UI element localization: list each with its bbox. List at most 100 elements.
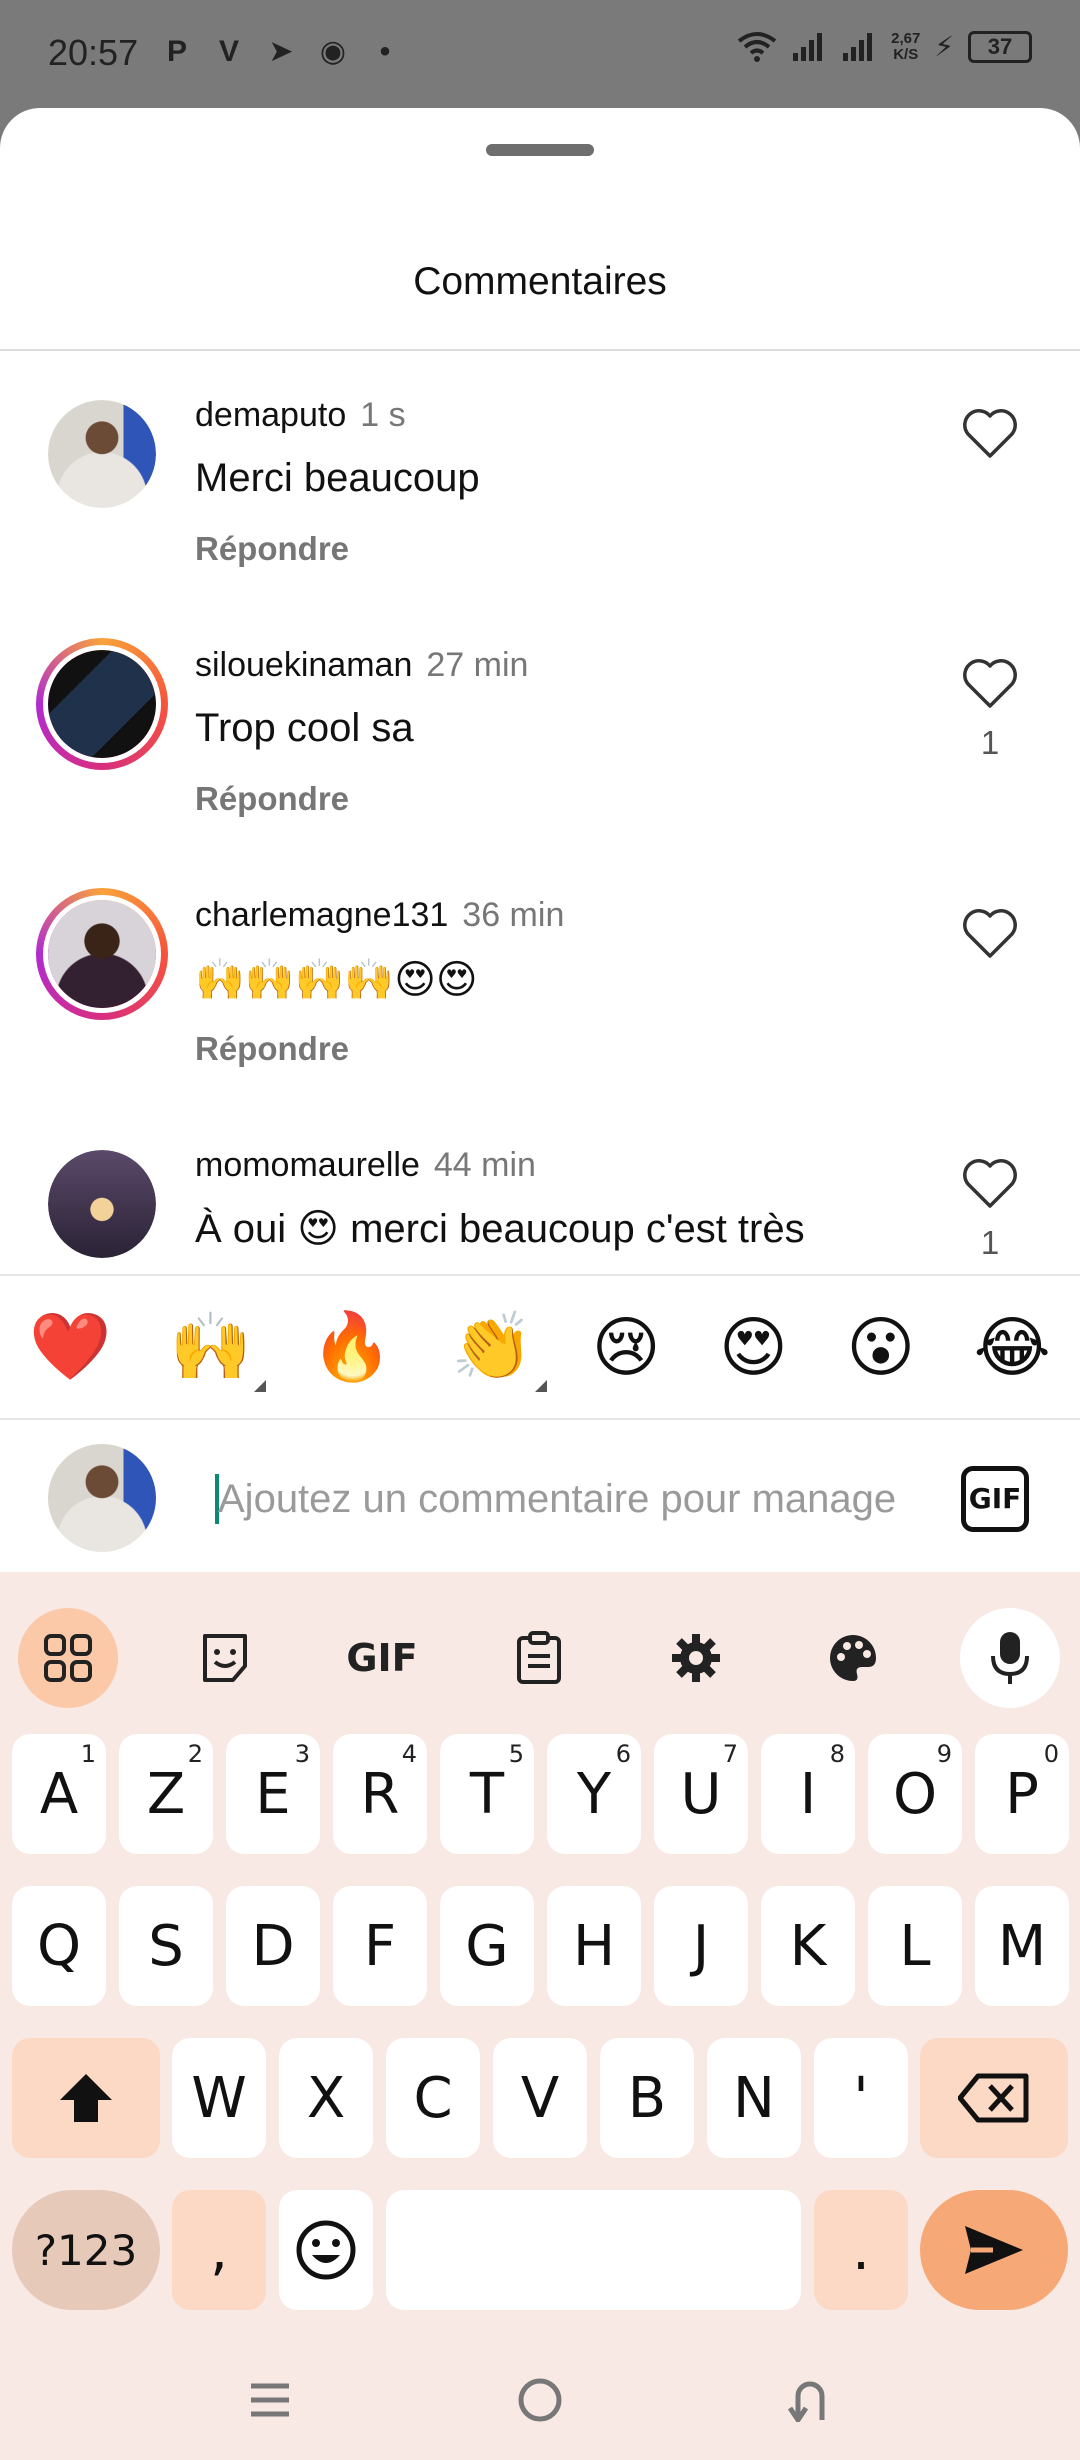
key-t[interactable]: T5 — [440, 1734, 534, 1854]
key-label: P — [1005, 1761, 1039, 1827]
clipboard-icon[interactable] — [489, 1608, 589, 1708]
comment-username[interactable]: momomaurelle — [195, 1146, 420, 1184]
key-b[interactable]: B — [600, 2038, 694, 2158]
key-g[interactable]: G — [440, 1886, 534, 2006]
avatar-story-ring[interactable] — [36, 638, 168, 770]
key-o[interactable]: O9 — [868, 1734, 962, 1854]
send-key[interactable] — [920, 2190, 1068, 2310]
key-k[interactable]: K — [761, 1886, 855, 2006]
reaction-laughing[interactable]: 😂 — [974, 1309, 1051, 1386]
key-label: I — [799, 1761, 817, 1827]
signal-icon — [793, 32, 823, 61]
key-a[interactable]: A1 — [12, 1734, 106, 1854]
sticker-icon[interactable] — [175, 1608, 275, 1708]
back-icon[interactable] — [770, 2370, 850, 2430]
home-icon[interactable] — [500, 2370, 580, 2430]
key-h[interactable]: H — [547, 1886, 641, 2006]
system-icons: 2,67 K/S ⚡ 37 — [737, 30, 1032, 63]
network-speed-unit: K/S — [893, 45, 919, 63]
comment-list[interactable]: demaputo 1 s Merci beaucoup Répondre silo… — [0, 352, 1080, 1272]
key-label: Y — [576, 1761, 612, 1827]
keyboard-gif-button[interactable]: GIF — [332, 1608, 432, 1708]
sheet-drag-handle[interactable] — [486, 144, 594, 156]
key-y[interactable]: Y6 — [547, 1734, 641, 1854]
reaction-crying[interactable]: 😢 — [592, 1309, 661, 1386]
microphone-icon[interactable] — [960, 1608, 1060, 1708]
network-speed-value: 2,67 — [891, 29, 921, 47]
shift-key[interactable] — [12, 2038, 160, 2158]
key-l[interactable]: L — [868, 1886, 962, 2006]
backspace-key[interactable] — [920, 2038, 1068, 2158]
key-x[interactable]: X — [279, 2038, 373, 2158]
comment-username[interactable]: demaputo — [195, 396, 346, 434]
key-u[interactable]: U7 — [654, 1734, 748, 1854]
reaction-heart-eyes[interactable]: 😍 — [719, 1309, 788, 1386]
notification-p-icon: P — [166, 34, 187, 68]
heart-icon[interactable] — [962, 408, 1018, 460]
heart-icon[interactable] — [962, 1158, 1018, 1210]
shift-arrow-icon — [60, 2074, 112, 2122]
key-e[interactable]: E3 — [226, 1734, 320, 1854]
comment-username[interactable]: silouekinaman — [195, 646, 412, 684]
key-hint: 2 — [187, 1740, 203, 1768]
emoji-key[interactable] — [279, 2190, 373, 2310]
key-hint: 4 — [401, 1740, 417, 1768]
key-hint: 6 — [615, 1740, 631, 1768]
gif-button[interactable]: GIF — [961, 1466, 1029, 1532]
notification-v-icon: V — [218, 34, 239, 68]
comment-item: demaputo 1 s Merci beaucoup Répondre — [0, 352, 1080, 602]
reaction-surprised[interactable]: 😮 — [846, 1309, 915, 1386]
heart-icon[interactable] — [962, 908, 1018, 960]
key-q[interactable]: Q — [12, 1886, 106, 2006]
comma-key[interactable]: , — [172, 2190, 266, 2310]
recent-apps-icon[interactable] — [230, 2370, 310, 2430]
key-m[interactable]: M — [975, 1886, 1069, 2006]
key-i[interactable]: I8 — [761, 1734, 855, 1854]
period-key[interactable]: . — [814, 2190, 908, 2310]
key-d[interactable]: D — [226, 1886, 320, 2006]
reply-button[interactable]: Répondre — [195, 780, 349, 818]
comments-sheet: Commentaires demaputo 1 s Merci beaucoup … — [0, 108, 1080, 1572]
key-z[interactable]: Z2 — [119, 1734, 213, 1854]
key-hint: 9 — [936, 1740, 952, 1768]
reaction-fire[interactable]: 🔥 — [311, 1308, 393, 1386]
comment-input[interactable] — [218, 1464, 918, 1534]
space-bar[interactable] — [386, 2190, 801, 2310]
key-c[interactable]: C — [386, 2038, 480, 2158]
heart-icon[interactable] — [962, 658, 1018, 710]
reaction-raised-hands[interactable]: 🙌 — [170, 1308, 267, 1392]
comment-username[interactable]: charlemagne131 — [195, 896, 448, 934]
key-s[interactable]: S — [119, 1886, 213, 2006]
avatar[interactable] — [48, 400, 156, 508]
avatar[interactable] — [48, 1150, 156, 1258]
key-j[interactable]: J — [654, 1886, 748, 2006]
apps-grid-icon[interactable] — [18, 1608, 118, 1708]
avatar-story-ring[interactable] — [36, 888, 168, 1020]
sheet-title: Commentaires — [413, 260, 667, 303]
reply-button[interactable]: Répondre — [195, 1030, 349, 1068]
key-r[interactable]: R4 — [333, 1734, 427, 1854]
reply-button[interactable]: Répondre — [195, 530, 349, 568]
reaction-heart[interactable]: ❤️ — [29, 1308, 111, 1386]
soft-keyboard: GIF A1 Z2 E3 R4 T5 Y6 U7 I8 O9 P0 Q S D … — [0, 1572, 1080, 2460]
key-hint: 5 — [508, 1740, 524, 1768]
notification-icons: P V ➤ ◉ • — [160, 34, 402, 69]
settings-gear-icon[interactable] — [646, 1608, 746, 1708]
key-w[interactable]: W — [172, 2038, 266, 2158]
like-count: 1 — [980, 1224, 1000, 1261]
key-label: R — [360, 1761, 400, 1827]
comment-text: 🙌🙌🙌🙌😍😍 — [195, 958, 478, 1002]
symbols-key[interactable]: ?123 — [12, 2190, 160, 2310]
comment-item: charlemagne131 36 min 🙌🙌🙌🙌😍😍 Répondre — [0, 852, 1080, 1102]
chrome-icon: ◉ — [319, 35, 347, 68]
key-label: E — [255, 1761, 291, 1827]
key-v[interactable]: V — [493, 2038, 587, 2158]
key-f[interactable]: F — [333, 1886, 427, 2006]
key-apostrophe[interactable]: ' — [814, 2038, 908, 2158]
palette-icon[interactable] — [803, 1608, 903, 1708]
reaction-clap[interactable]: 👏 — [451, 1308, 548, 1392]
key-n[interactable]: N — [707, 2038, 801, 2158]
key-hint: 3 — [294, 1740, 310, 1768]
status-time: 20:57 — [48, 32, 139, 73]
key-p[interactable]: P0 — [975, 1734, 1069, 1854]
